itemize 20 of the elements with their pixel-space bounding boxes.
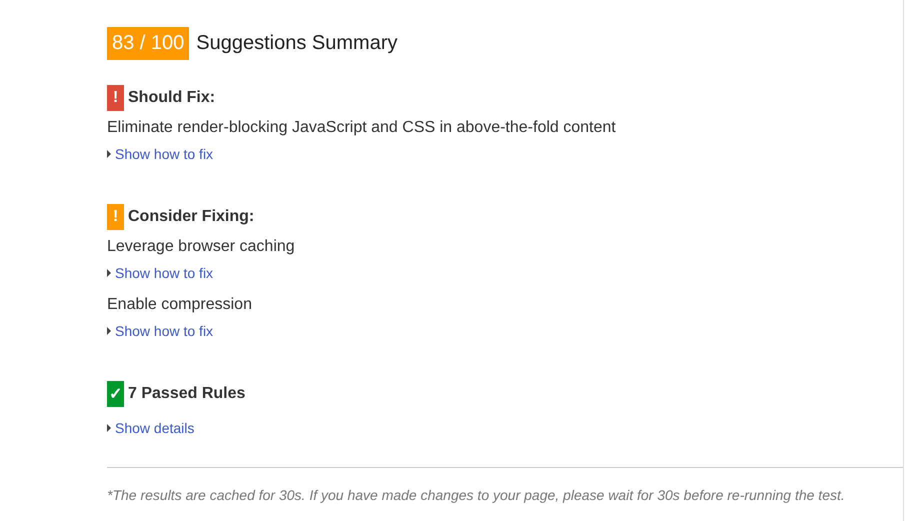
- score-badge: 83 / 100: [107, 27, 190, 60]
- caret-icon: [107, 150, 111, 158]
- exclamation-icon: !: [107, 204, 124, 230]
- checkmark-icon: ✓: [107, 381, 124, 407]
- summary-title: Suggestions Summary: [196, 32, 398, 55]
- section-heading: Should Fix:: [128, 89, 216, 107]
- section-heading: 7 Passed Rules: [128, 385, 246, 403]
- caret-icon: [107, 424, 111, 432]
- rule-title: Enable compression: [107, 296, 253, 314]
- cache-note: *The results are cached for 30s. If you have made changes to your page, please wait for 30s before re-running the test.: [107, 487, 846, 503]
- caret-icon: [107, 327, 111, 335]
- expand-link[interactable]: Show details: [107, 420, 194, 436]
- exclamation-icon: !: [107, 85, 124, 111]
- rule-title: Eliminate render-blocking JavaScript and CSS in above-the-fold content: [107, 119, 617, 137]
- expand-link[interactable]: Show how to fix: [107, 146, 214, 162]
- expand-link[interactable]: Show how to fix: [107, 265, 214, 281]
- section-heading: Consider Fixing:: [128, 208, 254, 226]
- expand-link[interactable]: Show how to fix: [107, 323, 214, 339]
- rule-title: Leverage browser caching: [107, 238, 296, 256]
- caret-icon: [107, 269, 111, 277]
